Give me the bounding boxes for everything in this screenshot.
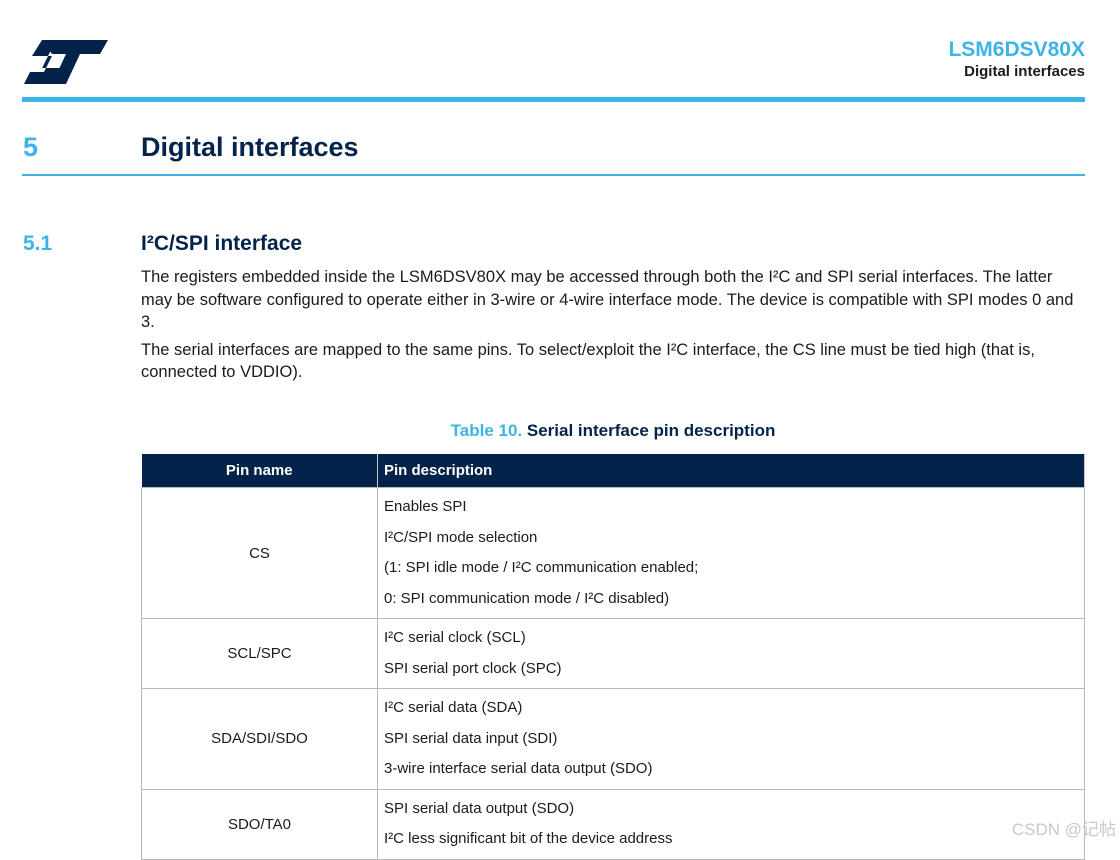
description-line: SPI serial data input (SDI) (384, 729, 558, 747)
column-header-pin-description: Pin description (377, 454, 1085, 488)
description-line: SPI serial port clock (SPC) (384, 659, 562, 677)
pin-name-cell: SDA/SDI/SDO (141, 688, 378, 790)
table-caption-label: Table 10. (450, 421, 523, 440)
table-caption-title: Serial interface pin description (526, 421, 776, 440)
description-line: Enables SPI (384, 498, 467, 515)
description-line: I²C/SPI mode selection (384, 528, 538, 546)
document-header: LSM6DSV80X Digital interfaces (948, 38, 1085, 82)
table-row: CS Enables SPI I²C/SPI mode selection (1… (141, 487, 1085, 619)
pin-description-cell: SPI serial data output (SDO) I²C less si… (377, 788, 1085, 860)
section-title: Digital interfaces (141, 132, 359, 162)
st-logo-icon (24, 40, 108, 84)
pin-description-cell: I²C serial data (SDA) SPI serial data in… (377, 688, 1085, 790)
subsection-number: 5.1 (23, 232, 53, 255)
description-line: I²C less significant bit of the device a… (384, 830, 673, 847)
paragraph: The serial interfaces are mapped to the … (141, 340, 1035, 382)
table-row: SDA/SDI/SDO I²C serial data (SDA) SPI se… (141, 688, 1085, 790)
section-number: 5 (23, 132, 39, 162)
table-row: SCL/SPC I²C serial clock (SCL) SPI seria… (141, 618, 1085, 689)
table-caption: Table 10. Serial interface pin descripti… (141, 421, 1085, 441)
column-header-pin-name: Pin name (141, 454, 378, 488)
pin-description-cell: I²C serial clock (SCL) SPI serial port c… (377, 618, 1085, 689)
body-text: The registers embedded inside the LSM6DS… (141, 266, 1085, 389)
subsection-title: I²C/SPI interface (141, 232, 303, 255)
description-line: (1: SPI idle mode / I²C communication en… (384, 559, 699, 576)
watermark: CSDN @记帖 (1011, 820, 1116, 839)
pin-name-cell: SCL/SPC (141, 618, 378, 689)
pin-description-cell: Enables SPI I²C/SPI mode selection (1: S… (377, 487, 1085, 619)
header-section-name: Digital interfaces (964, 63, 1085, 80)
table-header-row: Pin name Pin description (141, 454, 1085, 488)
paragraph: The registers embedded inside the LSM6DS… (141, 268, 1074, 331)
header-rule (22, 97, 1085, 102)
pin-description-table: Pin name Pin description CS Enables SPI … (141, 454, 1085, 860)
pin-name-cell: SDO/TA0 (141, 788, 378, 860)
table-row: SDO/TA0 SPI serial data output (SDO) I²C… (141, 788, 1085, 860)
product-name: LSM6DSV80X (948, 38, 1085, 61)
section-rule (22, 174, 1085, 176)
description-line: SPI serial data output (SDO) (384, 799, 575, 817)
pin-name-cell: CS (141, 487, 378, 619)
description-line: 3-wire interface serial data output (SDO… (384, 760, 653, 777)
description-line: I²C serial clock (SCL) (384, 629, 526, 646)
description-line: I²C serial data (SDA) (384, 699, 523, 716)
description-line: 0: SPI communication mode / I²C disabled… (384, 589, 670, 607)
